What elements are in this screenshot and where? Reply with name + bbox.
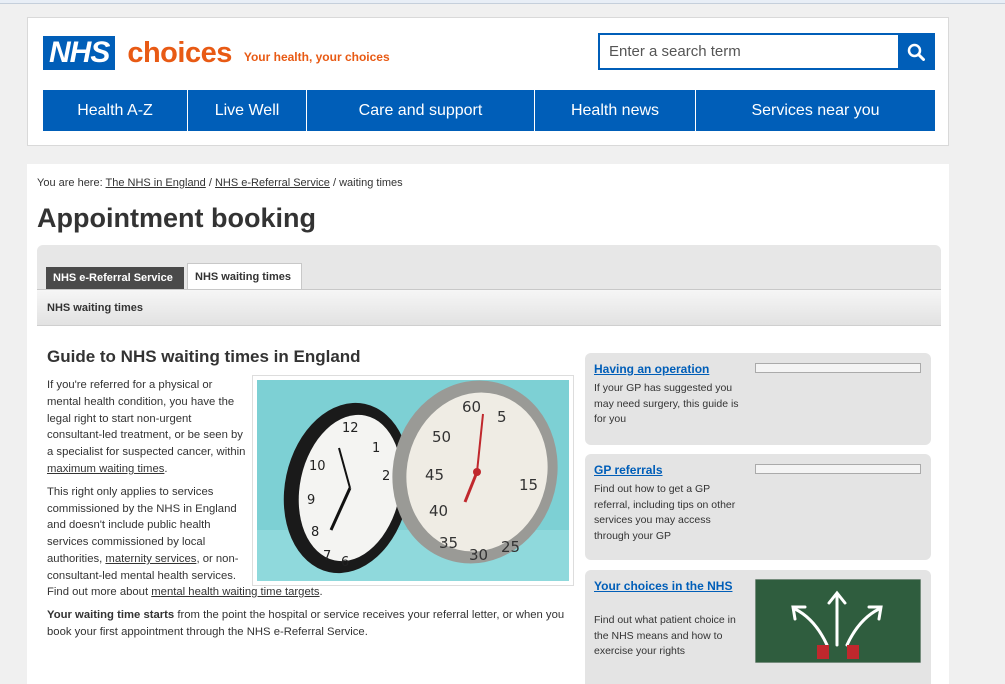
card-image-placeholder: [755, 464, 921, 474]
svg-text:30: 30: [469, 546, 488, 564]
clocks-image: 12 1 2 10 9 8 76 60 5 50 45 40 35 30 25 15: [252, 375, 574, 586]
text: .: [319, 586, 323, 598]
sidebar-card-desc: Find out what patient choice in the NHS …: [594, 614, 736, 657]
maternity-services-link[interactable]: maternity services: [105, 553, 196, 565]
tab-subheading: NHS waiting times: [37, 289, 941, 326]
article-intro: If you're referred for a physical or men…: [47, 377, 247, 591]
svg-text:25: 25: [501, 538, 520, 556]
paragraph-waiting-time-start: Your waiting time starts from the point …: [47, 607, 577, 641]
breadcrumb-link-e-referral[interactable]: NHS e-Referral Service: [215, 177, 330, 189]
paragraph: This right only applies to services comm…: [47, 484, 247, 585]
search-box: [598, 33, 935, 70]
tab-e-referral-service[interactable]: NHS e-Referral Service: [46, 267, 184, 289]
sidebar-card-desc: If your GP has suggested you may need su…: [594, 382, 739, 425]
nav-care-and-support[interactable]: Care and support: [307, 90, 535, 131]
logo-choices: choices: [127, 36, 232, 69]
site-header: NHS choices Your health, your choices He…: [27, 17, 949, 146]
tagline: Your health, your choices: [243, 50, 390, 64]
nav-health-news[interactable]: Health news: [535, 90, 696, 131]
svg-text:5: 5: [497, 408, 507, 426]
clocks-illustration: 12 12 10 9 8 76 60 5 50 45 40 35 30 25 15: [257, 380, 569, 581]
breadcrumb-link-nhs-in-england[interactable]: The NHS in England: [106, 177, 206, 189]
sidebar-card-your-choices[interactable]: Your choices in the NHS Find out what pa…: [585, 570, 931, 684]
nav-health-a-z[interactable]: Health A-Z: [43, 90, 188, 131]
svg-text:2: 2: [382, 469, 390, 484]
article-area: Guide to NHS waiting times in England If…: [37, 326, 941, 684]
sidebar-card-gp-referrals[interactable]: GP referrals Find out how to get a GP re…: [585, 454, 931, 560]
search-input[interactable]: [600, 35, 898, 68]
breadcrumb-current: waiting times: [339, 177, 403, 189]
paragraph: If you're referred for a physical or men…: [47, 377, 247, 478]
svg-text:40: 40: [429, 502, 448, 520]
sidebar-card-desc: Find out how to get a GP referral, inclu…: [594, 483, 736, 542]
svg-text:60: 60: [462, 398, 481, 416]
nav-live-well[interactable]: Live Well: [188, 90, 307, 131]
main-nav: Health A-Z Live Well Care and support He…: [43, 90, 935, 131]
svg-text:45: 45: [425, 466, 444, 484]
logo-nhs: NHS: [43, 36, 116, 70]
sidebar-card-title[interactable]: GP referrals: [594, 463, 663, 478]
sidebar-card-title[interactable]: Your choices in the NHS: [594, 579, 734, 594]
nhs-choices-logo[interactable]: NHS choices Your health, your choices: [43, 33, 390, 73]
svg-text:1: 1: [372, 441, 380, 456]
text: .: [164, 462, 168, 475]
article-title: Guide to NHS waiting times in England: [47, 347, 361, 366]
arrows-image: [755, 579, 921, 663]
svg-text:15: 15: [519, 476, 538, 494]
breadcrumb: You are here: The NHS in England / NHS e…: [37, 177, 403, 189]
paragraph-mental-health: Find out more about mental health waitin…: [47, 584, 577, 601]
svg-text:6: 6: [341, 555, 349, 570]
breadcrumb-separator: /: [332, 177, 337, 189]
svg-text:8: 8: [311, 525, 319, 540]
svg-text:10: 10: [309, 459, 326, 474]
svg-text:9: 9: [307, 493, 315, 508]
text: If you're referred for a physical or men…: [47, 379, 246, 459]
search-icon: [907, 43, 925, 61]
breadcrumb-prefix: You are here:: [37, 177, 103, 189]
breadcrumb-separator: /: [208, 177, 212, 189]
page-title: Appointment booking: [37, 203, 316, 233]
sidebar-card-having-an-operation[interactable]: Having an operation If your GP has sugge…: [585, 353, 931, 445]
search-button[interactable]: [898, 35, 933, 68]
bold-text: Your waiting time starts: [47, 609, 175, 621]
svg-text:7: 7: [323, 549, 331, 564]
content-area: You are here: The NHS in England / NHS e…: [27, 164, 949, 684]
card-image-placeholder: [755, 363, 921, 373]
svg-text:50: 50: [432, 428, 451, 446]
svg-text:35: 35: [439, 534, 458, 552]
mental-health-targets-link[interactable]: mental health waiting time targets: [151, 586, 319, 598]
sidebar-card-title[interactable]: Having an operation: [594, 362, 709, 377]
maximum-waiting-times-link[interactable]: maximum waiting times: [47, 463, 164, 475]
browser-top-line: [0, 0, 1005, 4]
tab-panel: NHS e-Referral Service NHS waiting times…: [37, 245, 941, 684]
nav-services-near-you[interactable]: Services near you: [696, 90, 935, 131]
tab-nhs-waiting-times[interactable]: NHS waiting times: [187, 263, 302, 289]
svg-text:12: 12: [342, 421, 359, 436]
text: Find out more about: [47, 586, 152, 598]
